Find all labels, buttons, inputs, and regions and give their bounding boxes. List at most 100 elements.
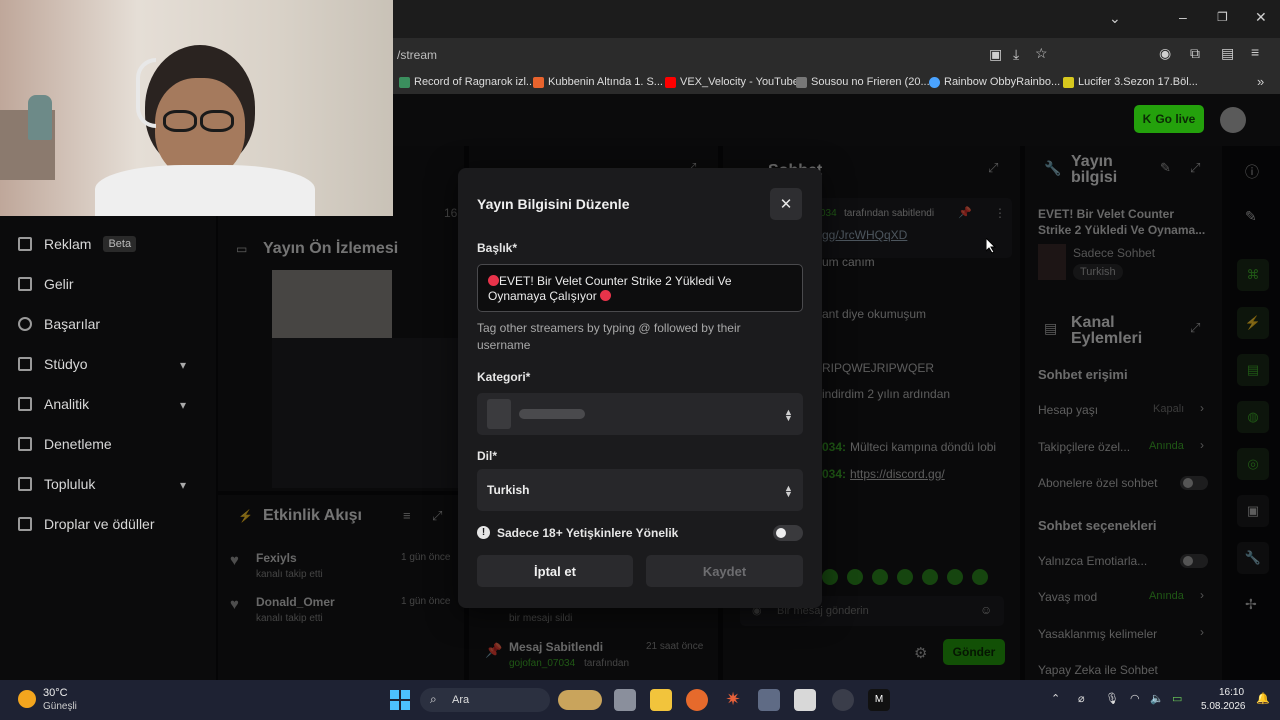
language-label: Dil* (477, 449, 498, 463)
logo-square (401, 690, 410, 699)
person-shirt (95, 165, 315, 216)
microphone-icon[interactable]: 🎙 (1105, 692, 1119, 705)
sidebar-item-analytics[interactable]: Analitik (18, 392, 89, 416)
title-label: Başlık* (477, 241, 518, 255)
save-button[interactable]: Kaydet (646, 555, 803, 587)
sparkle-app-icon[interactable]: ✷ (722, 689, 744, 711)
go-live-button[interactable]: K Go live (1134, 105, 1204, 133)
snipping-tool-icon[interactable] (794, 689, 816, 711)
moderation-icon (18, 437, 32, 451)
bookmark-item[interactable]: VEX_Velocity - YouTube (665, 76, 799, 88)
site-icon (399, 76, 410, 88)
title-input[interactable]: EVET! Bir Velet Counter Strike 2 Yükledi… (477, 264, 803, 312)
download-icon[interactable]: ⤓ (1013, 46, 1019, 63)
trophy-icon (18, 317, 32, 331)
obs-icon[interactable] (832, 689, 854, 711)
menu-icon[interactable]: ≡ (1251, 44, 1259, 60)
weather-temp[interactable]: 30°C (43, 687, 68, 699)
info-icon: ! (477, 526, 490, 539)
ads-icon (18, 237, 32, 251)
site-icon (929, 76, 940, 88)
red-circle-icon (488, 275, 499, 286)
cancel-button[interactable]: İptal et (477, 555, 633, 587)
sidebar-item-ads[interactable]: Reklam Beta (18, 232, 137, 256)
sidebar-item-studio[interactable]: Stüdyo (18, 352, 198, 376)
site-icon (533, 76, 544, 88)
sidebar-item-moderation[interactable]: Denetleme (18, 432, 112, 456)
bookmark-item[interactable]: Lucifer 3.Sezon 17.Böl... (1063, 76, 1198, 88)
minimize-icon[interactable]: – (1179, 9, 1187, 25)
site-icon (1063, 76, 1074, 88)
more-bookmarks-chevron-icon[interactable]: » (1257, 74, 1264, 89)
wifi-icon[interactable]: ◠ (1130, 692, 1140, 705)
sidebar: Reklam Beta Gelir Başarılar Stüdyo ▾ Anal… (0, 216, 216, 680)
clock-date[interactable]: 5.08.2026 (1201, 701, 1246, 712)
tag-hint-text: Tag other streamers by typing @ followed… (477, 321, 741, 352)
headphones (136, 58, 156, 128)
chevron-down-icon[interactable]: ▾ (180, 478, 186, 492)
calculator-icon[interactable] (758, 689, 780, 711)
file-explorer-icon[interactable] (650, 689, 672, 711)
taskbar (0, 680, 1280, 720)
bookmark-star-icon[interactable]: ☆ (1035, 45, 1048, 62)
bookmark-item[interactable]: Record of Ragnarok izl... (399, 76, 535, 88)
glasses-right (200, 110, 234, 132)
beta-badge: Beta (103, 236, 137, 252)
battery-icon[interactable]: ▭ (1172, 692, 1182, 705)
chevron-down-icon[interactable]: ▾ (180, 398, 186, 412)
extensions-icon[interactable]: ⧉ (1190, 45, 1200, 62)
chevron-up-icon[interactable]: ⌃ (1051, 692, 1060, 705)
network-off-icon[interactable]: ⌀ (1078, 692, 1085, 705)
maximize-icon[interactable]: ❐ (1217, 10, 1228, 24)
search-icon: ⌕ (430, 692, 437, 706)
bookmark-item[interactable]: Kubbenin Altında 1. S... (533, 76, 663, 88)
account-icon[interactable]: ◉ (1159, 45, 1171, 62)
notification-icon[interactable]: 🔔 (1256, 692, 1270, 705)
clock-time[interactable]: 16:10 (1219, 687, 1244, 698)
avatar[interactable] (1220, 107, 1246, 133)
revenue-icon (18, 277, 32, 291)
community-icon (18, 477, 32, 491)
sidebar-item-revenue[interactable]: Gelir (18, 272, 74, 296)
bookmark-item[interactable]: Rainbow ObbyRainbo... (929, 76, 1060, 88)
youtube-icon (665, 76, 676, 88)
chevron-down-icon[interactable]: ▾ (180, 358, 186, 372)
glasses-left (163, 110, 197, 132)
language-select[interactable]: Turkish (477, 469, 803, 511)
windows-start-icon[interactable] (390, 690, 410, 710)
url-text: /stream (397, 48, 438, 62)
volume-icon[interactable]: 🔈 (1150, 692, 1164, 705)
close-window-icon[interactable]: ✕ (1255, 9, 1267, 26)
studio-icon (18, 357, 32, 371)
task-view-icon[interactable] (614, 689, 636, 711)
address-bar[interactable]: /stream ▣ ⤓ ☆ ◉ ⧉ ▤ ≡ (393, 38, 1280, 72)
app-icon[interactable]: M (868, 689, 890, 711)
tab-list-chevron-icon[interactable]: ⌄ (1109, 10, 1121, 27)
sidebar-item-drops[interactable]: Droplar ve ödüller (18, 512, 155, 536)
close-icon[interactable]: ✕ (770, 188, 802, 220)
select-arrows-icon: ▲ ▼ (784, 483, 793, 499)
sidebar-item-community[interactable]: Topluluk (18, 472, 95, 496)
logo-square (390, 690, 399, 699)
sun-icon[interactable] (18, 690, 36, 708)
modal-title: Yayın Bilgisini Düzenle (477, 196, 630, 212)
logo-square (390, 701, 399, 710)
title-bar: ⌄ – ❐ ✕ (393, 0, 1280, 38)
edit-stream-info-modal (458, 168, 822, 608)
bookmark-item[interactable]: Sousou no Frieren (20... (796, 76, 930, 88)
sidebar-item-achievements[interactable]: Başarılar (18, 312, 100, 336)
picture-in-picture-icon[interactable]: ▣ (989, 46, 1002, 63)
adult-only-label: Sadece 18+ Yetişkinlere Yönelik (497, 526, 679, 540)
mouse-cursor-icon (986, 238, 996, 254)
bookmarks-bar: Record of Ragnarok izl... Kubbenin Altın… (393, 72, 1280, 94)
taskbar-search[interactable]: ⌕ Ara (420, 688, 550, 712)
vase-decoration (28, 95, 52, 140)
category-loading-placeholder (519, 409, 585, 419)
site-icon (796, 76, 807, 88)
sidebar-icon[interactable]: ▤ (1221, 45, 1234, 62)
analytics-icon (18, 397, 32, 411)
weather-desc: Güneşli (43, 701, 77, 712)
firefox-icon[interactable] (686, 689, 708, 711)
language-select-value: Turkish (487, 483, 530, 497)
search-highlight-icon[interactable] (558, 690, 602, 710)
